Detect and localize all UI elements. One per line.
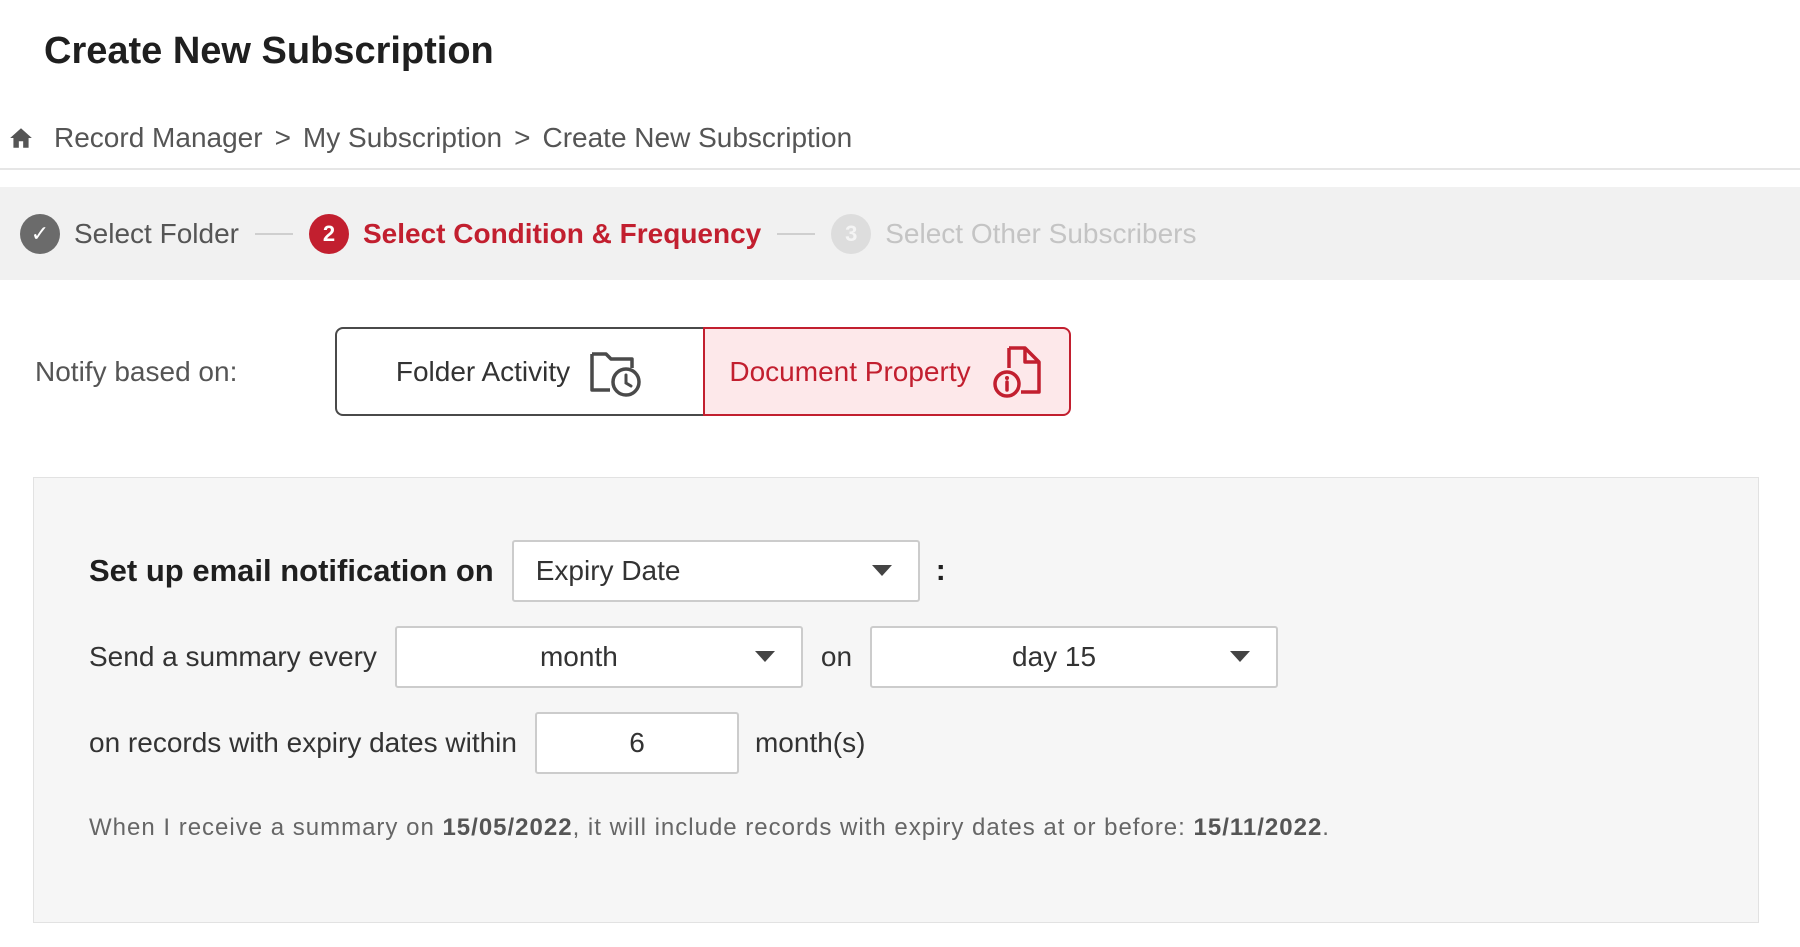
step-connector [777,232,816,235]
colon: : [935,554,946,587]
breadcrumb-separator: > [274,122,291,153]
on-label: on [820,641,853,672]
property-select-value: Expiry Date [535,555,681,586]
step-select-folder[interactable]: ✓ Select Folder [20,213,239,254]
breadcrumb: Record Manager > My Subscription > Creat… [8,118,852,158]
summary-frequency-row: Send a summary every month on day 15 [89,626,1279,688]
chevron-down-icon [1230,651,1251,662]
step-number: 2 [308,213,349,254]
within-months-input[interactable] [534,712,739,774]
breadcrumb-current: Create New Subscription [542,122,853,153]
notification-property-row: Set up email notification on Expiry Date… [89,540,946,602]
note-date-summary: 15/05/2022 [442,814,573,841]
note-prefix: When I receive a summary on [89,814,443,841]
home-icon[interactable] [8,125,34,151]
chevron-down-icon [871,565,892,576]
step-check-icon: ✓ [20,213,60,254]
breadcrumb-record-manager[interactable]: Record Manager [54,122,263,154]
period-select[interactable]: month [394,626,803,688]
note-date-expiry: 15/11/2022 [1193,814,1323,841]
step-label: Select Condition & Frequency [362,217,762,249]
period-select-value: month [539,641,618,672]
property-select[interactable]: Expiry Date [511,540,920,602]
step-connector [254,232,293,235]
step-label: Select Other Subscribers [885,217,1197,249]
notify-label: Notify based on: [35,356,238,387]
day-select[interactable]: day 15 [870,626,1279,688]
step-label: Select Folder [74,217,239,249]
within-unit: month(s) [754,727,866,758]
note-suffix: . [1322,814,1330,841]
chevron-down-icon [754,651,775,662]
folder-activity-button[interactable]: Folder Activity [335,327,703,416]
step-select-condition: 2 Select Condition & Frequency [308,213,762,254]
breadcrumb-separator: > [514,122,531,153]
step-number: 3 [831,213,872,254]
document-property-button[interactable]: Document Property [703,327,1071,416]
document-property-label: Document Property [729,355,971,387]
day-select-value: day 15 [1012,641,1097,672]
notify-toggle-group: Folder Activity Document Property [335,327,1071,416]
folder-clock-icon [588,346,644,398]
step-select-subscribers: 3 Select Other Subscribers [831,213,1197,254]
notification-heading: Set up email notification on [89,553,494,588]
expiry-window-row: on records with expiry dates within mont… [89,712,865,774]
summary-label: Send a summary every [89,641,377,672]
folder-activity-label: Folder Activity [395,355,571,387]
document-info-icon [989,344,1045,400]
stepper: ✓ Select Folder 2 Select Condition & Fre… [0,187,1800,280]
header-divider [0,168,1800,170]
note-middle: , it will include records with expiry da… [572,814,1194,841]
within-label: on records with expiry dates within [89,727,517,758]
summary-note: When I receive a summary on 15/05/2022, … [89,814,1330,842]
breadcrumb-my-subscription[interactable]: My Subscription [303,122,502,154]
page-title: Create New Subscription [44,30,494,72]
